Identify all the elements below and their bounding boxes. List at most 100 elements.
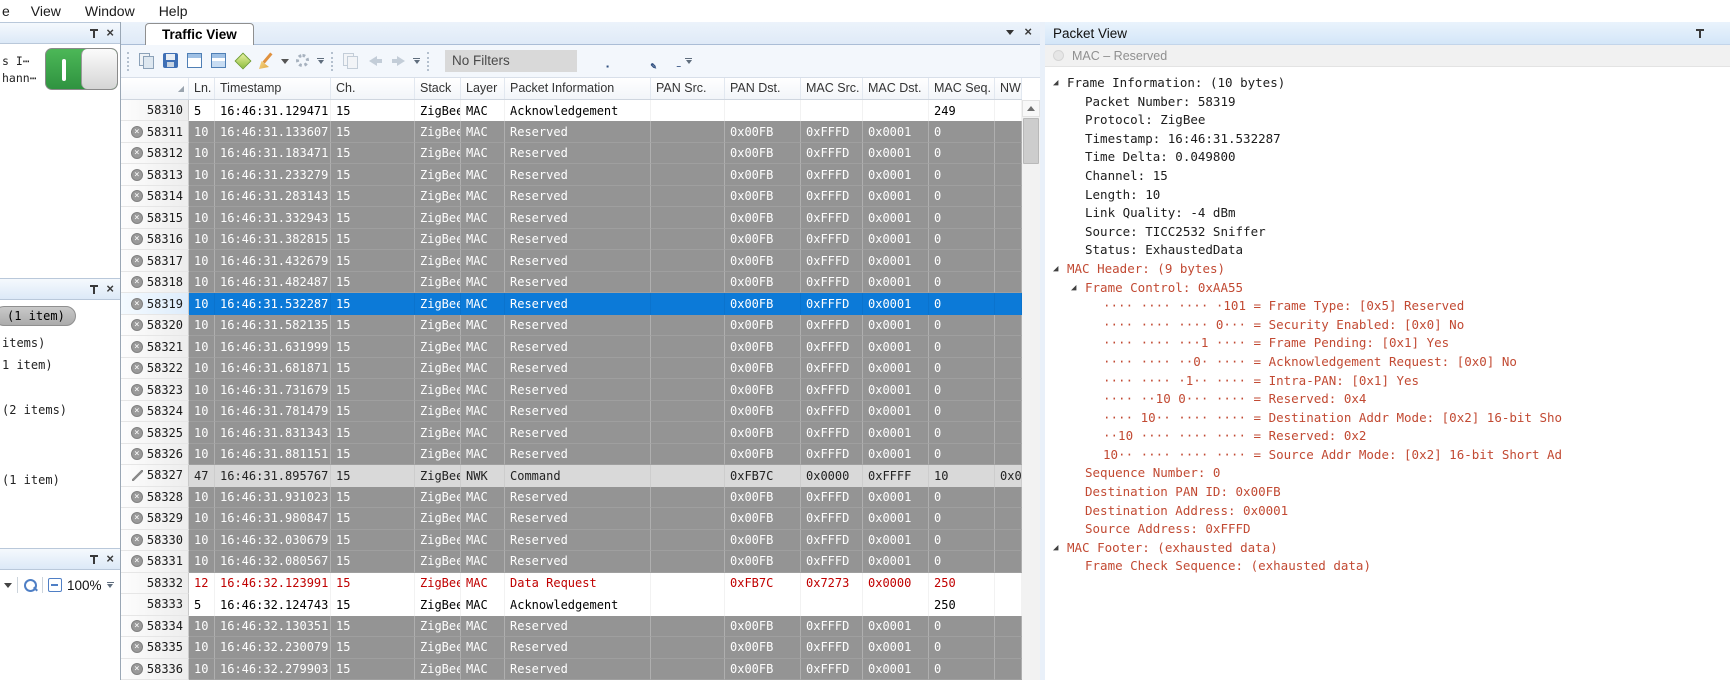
column-header-pan-dst[interactable]: PAN Dst. bbox=[725, 78, 801, 99]
clear-traffic-broom-icon[interactable] bbox=[257, 51, 277, 71]
tree-line[interactable]: Timestamp: 16:46:31.532287 bbox=[1045, 130, 1730, 149]
export-packets-icon[interactable] bbox=[137, 51, 157, 71]
tree-item-fragment[interactable]: (2 items) bbox=[2, 403, 67, 417]
network-cube-icon[interactable] bbox=[233, 51, 253, 71]
toolbar-grip[interactable] bbox=[127, 52, 130, 71]
expander-icon[interactable]: ◢ bbox=[1053, 260, 1067, 279]
tree-line[interactable]: ◢MAC Header: (9 bytes) bbox=[1045, 260, 1730, 279]
packet-list-view-icon[interactable] bbox=[185, 51, 205, 71]
tree-line[interactable]: ···· ···· ···· ·101 = Frame Type: [0x5] … bbox=[1045, 297, 1730, 316]
pin-icon[interactable] bbox=[1696, 29, 1704, 38]
column-header-gutter[interactable]: ◢ bbox=[121, 78, 189, 99]
table-row[interactable]: ×583241016:46:31.78147915ZigBeeMACReserv… bbox=[121, 401, 1022, 422]
table-row[interactable]: ×583231016:46:31.73167915ZigBeeMACReserv… bbox=[121, 379, 1022, 400]
table-row[interactable]: 583274716:46:31.89576715ZigBeeNWKCommand… bbox=[121, 465, 1022, 486]
tree-line[interactable]: Destination Address: 0x0001 bbox=[1045, 502, 1730, 521]
close-icon[interactable]: × bbox=[106, 553, 114, 565]
table-row[interactable]: ×583151016:46:31.33294315ZigBeeMACReserv… bbox=[121, 207, 1022, 228]
tree-line[interactable]: ···· ···· ··0· ···· = Acknowledgement Re… bbox=[1045, 353, 1730, 372]
table-row[interactable]: ×583211016:46:31.63199915ZigBeeMACReserv… bbox=[121, 336, 1022, 357]
filter-edit-icon[interactable]: ✎ bbox=[637, 51, 657, 71]
table-row[interactable]: ×583341016:46:32.13035115ZigBeeMACReserv… bbox=[121, 616, 1022, 637]
column-header-packet-information[interactable]: Packet Information bbox=[505, 78, 651, 99]
tree-line[interactable]: Source: TICC2532 Sniffer bbox=[1045, 223, 1730, 242]
tree-item-fragment[interactable]: items) bbox=[2, 336, 45, 350]
table-row[interactable]: ×583111016:46:31.13360715ZigBeeMACReserv… bbox=[121, 121, 1022, 142]
filter-input[interactable]: No Filters bbox=[445, 50, 577, 72]
tree-line[interactable]: Frame Check Sequence: (exhausted data) bbox=[1045, 557, 1730, 576]
tree-line[interactable]: ◢Frame Control: 0xAA55 bbox=[1045, 279, 1730, 298]
table-row[interactable]: ×583131016:46:31.23327915ZigBeeMACReserv… bbox=[121, 164, 1022, 185]
tree-line[interactable]: Protocol: ZigBee bbox=[1045, 111, 1730, 130]
column-header-mac-dst[interactable]: MAC Dst. bbox=[863, 78, 929, 99]
tree-line[interactable]: Packet Number: 58319 bbox=[1045, 93, 1730, 112]
packet-detail-view-icon[interactable] bbox=[209, 51, 229, 71]
broom-dropdown-caret[interactable] bbox=[281, 59, 289, 64]
column-header-ln[interactable]: Ln. bbox=[189, 78, 215, 99]
tree-line[interactable]: Source Address: 0xFFFD bbox=[1045, 520, 1730, 539]
tree-line[interactable]: Link Quality: -4 dBm bbox=[1045, 204, 1730, 223]
table-row[interactable]: 58333516:46:32.12474315ZigBeeMACAcknowle… bbox=[121, 594, 1022, 615]
tree-line[interactable]: ◢MAC Footer: (exhausted data) bbox=[1045, 539, 1730, 558]
table-row[interactable]: 583321216:46:32.12399115ZigBeeMACData Re… bbox=[121, 573, 1022, 594]
column-header-layer[interactable]: Layer bbox=[461, 78, 505, 99]
tab-traffic-view[interactable]: Traffic View bbox=[145, 23, 254, 45]
toolbar-overflow-icon[interactable] bbox=[413, 58, 420, 65]
toolbar-overflow-icon[interactable] bbox=[317, 58, 324, 65]
tree-line[interactable]: ···· ···· ·1·· ···· = Intra-PAN: [0x1] Y… bbox=[1045, 372, 1730, 391]
save-capture-icon[interactable] bbox=[161, 51, 181, 71]
tree-line[interactable]: ◢Frame Information: (10 bytes) bbox=[1045, 74, 1730, 93]
column-header-timestamp[interactable]: Timestamp bbox=[215, 78, 331, 99]
tree-line[interactable]: ···· ··10 0··· ···· = Reserved: 0x4 bbox=[1045, 390, 1730, 409]
table-row[interactable]: ×583221016:46:31.68187115ZigBeeMACReserv… bbox=[121, 358, 1022, 379]
menu-item-view[interactable]: View bbox=[19, 3, 73, 19]
go-next-icon-disabled[interactable] bbox=[389, 51, 409, 71]
tree-line[interactable]: ···· ···· ···1 ···· = Frame Pending: [0x… bbox=[1045, 334, 1730, 353]
filter-apply-icon[interactable]: ▪ bbox=[589, 51, 609, 71]
capture-toggle-switch[interactable] bbox=[45, 48, 118, 90]
table-row[interactable]: ×583361016:46:32.27990315ZigBeeMACReserv… bbox=[121, 659, 1022, 680]
go-previous-icon-disabled[interactable] bbox=[365, 51, 385, 71]
copy-packets-icon-disabled[interactable] bbox=[341, 51, 361, 71]
tree-line[interactable]: Destination PAN ID: 0x00FB bbox=[1045, 483, 1730, 502]
table-row[interactable]: ×583261016:46:31.88115115ZigBeeMACReserv… bbox=[121, 444, 1022, 465]
table-row[interactable]: ×583301016:46:32.03067915ZigBeeMACReserv… bbox=[121, 530, 1022, 551]
selected-tree-item-badge[interactable]: (1 item) bbox=[0, 306, 76, 326]
close-icon[interactable]: × bbox=[106, 27, 114, 39]
tree-line[interactable]: ···· ···· ···· 0··· = Security Enabled: … bbox=[1045, 316, 1730, 335]
expander-icon[interactable]: ◢ bbox=[1053, 74, 1067, 93]
overflow-icon[interactable] bbox=[107, 582, 114, 589]
menu-item-file-truncated[interactable]: e bbox=[0, 3, 19, 19]
column-header-pan-src[interactable]: PAN Src. bbox=[651, 78, 725, 99]
tree-item-fragment[interactable]: (1 item) bbox=[2, 473, 60, 487]
toolbar-grip[interactable] bbox=[427, 52, 430, 71]
table-row[interactable]: ×583281016:46:31.93102315ZigBeeMACReserv… bbox=[121, 487, 1022, 508]
settings-gear-icon[interactable] bbox=[293, 51, 313, 71]
tree-line[interactable]: Sequence Number: 0 bbox=[1045, 464, 1730, 483]
column-header-mac-src[interactable]: MAC Src. bbox=[801, 78, 863, 99]
table-row[interactable]: ×583191016:46:31.53228715ZigBeeMACReserv… bbox=[121, 293, 1022, 314]
pin-icon[interactable] bbox=[90, 285, 98, 294]
toggle-knob[interactable] bbox=[81, 49, 117, 89]
column-header-stack[interactable]: Stack bbox=[415, 78, 461, 99]
table-row[interactable]: ×583181016:46:31.48248715ZigBeeMACReserv… bbox=[121, 272, 1022, 293]
column-header-nwk[interactable]: NW bbox=[995, 78, 1022, 99]
pin-icon[interactable] bbox=[90, 555, 98, 564]
table-row[interactable]: ×583171016:46:31.43267915ZigBeeMACReserv… bbox=[121, 250, 1022, 271]
column-header-mac-seq[interactable]: MAC Seq. bbox=[929, 78, 995, 99]
table-row[interactable]: ×583141016:46:31.28314315ZigBeeMACReserv… bbox=[121, 186, 1022, 207]
table-row[interactable]: 58310516:46:31.12947115ZigBeeMACAcknowle… bbox=[121, 100, 1022, 121]
pin-icon[interactable] bbox=[90, 29, 98, 38]
zoom-magnifier-icon[interactable] bbox=[23, 578, 37, 592]
toolbar-grip[interactable] bbox=[331, 52, 334, 71]
table-row[interactable]: ×583121016:46:31.18347115ZigBeeMACReserv… bbox=[121, 143, 1022, 164]
tree-line[interactable]: Length: 10 bbox=[1045, 186, 1730, 205]
close-icon[interactable]: × bbox=[106, 283, 114, 295]
table-row[interactable]: ×583161016:46:31.38281515ZigBeeMACReserv… bbox=[121, 229, 1022, 250]
vertical-scrollbar[interactable] bbox=[1022, 100, 1040, 680]
tree-line[interactable]: 10·· ···· ···· ···· = Source Addr Mode: … bbox=[1045, 446, 1730, 465]
tree-line[interactable]: ··10 ···· ···· ···· = Reserved: 0x2 bbox=[1045, 427, 1730, 446]
scrollbar-thumb[interactable] bbox=[1023, 118, 1039, 164]
tree-line[interactable]: Status: ExhaustedData bbox=[1045, 241, 1730, 260]
table-row[interactable]: ×583201016:46:31.58213515ZigBeeMACReserv… bbox=[121, 315, 1022, 336]
